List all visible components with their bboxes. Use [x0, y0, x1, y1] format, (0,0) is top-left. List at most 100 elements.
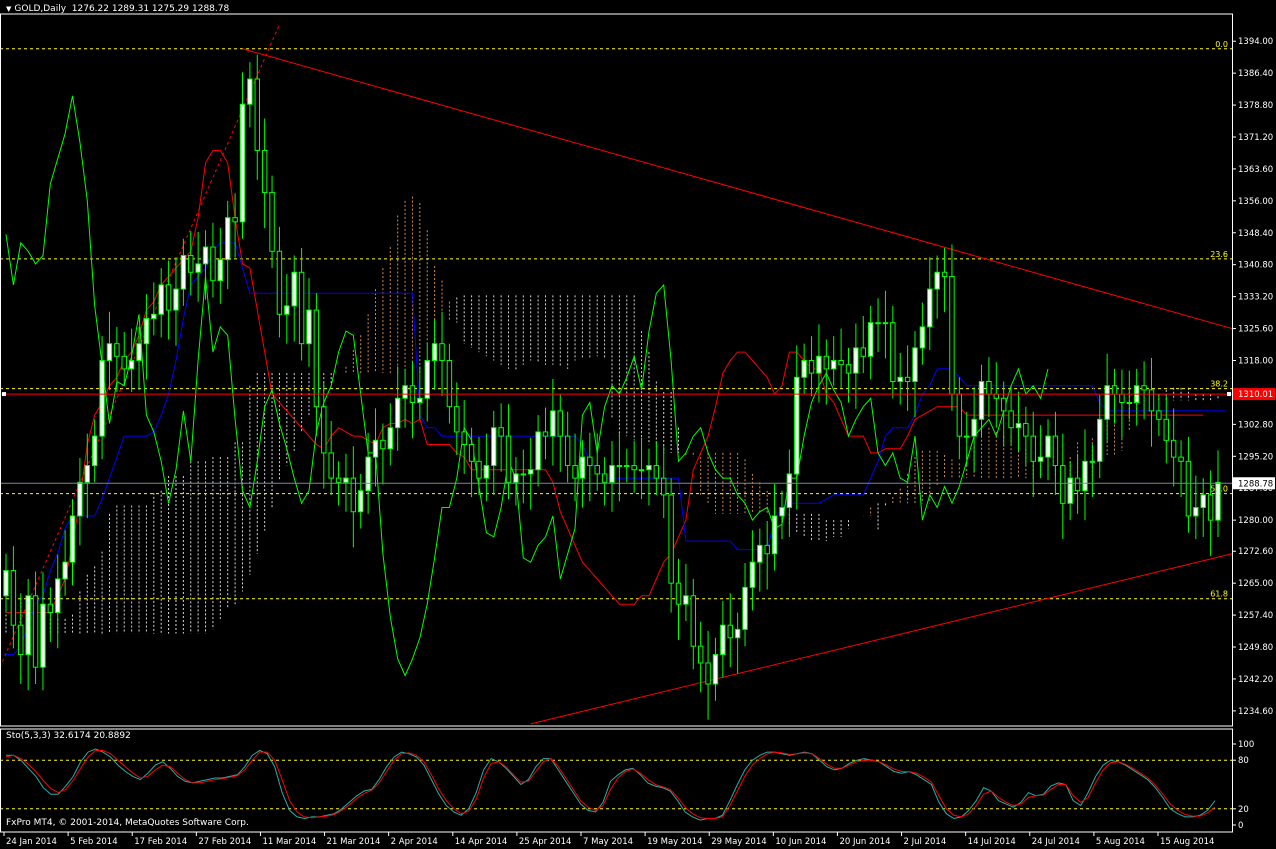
price-tick-label: 1242.20 — [1238, 675, 1273, 685]
candle-body — [572, 465, 578, 479]
price-tick-label: 1378.80 — [1238, 101, 1273, 111]
candle-body — [321, 406, 327, 454]
time-tick-label: 11 Mar 2014 — [262, 837, 316, 847]
candle-body — [535, 431, 541, 471]
stochastic-tick-label: 100 — [1238, 740, 1254, 750]
price-tick-label: 1234.60 — [1238, 707, 1273, 717]
time-tick-label: 21 Mar 2014 — [327, 837, 381, 847]
price-tick-label: 1318.00 — [1238, 356, 1273, 366]
time-tick-label: 19 May 2014 — [647, 837, 702, 847]
candle-body — [424, 359, 430, 399]
candle-body — [165, 284, 172, 311]
candle-body — [254, 78, 260, 151]
candle-body — [912, 347, 918, 383]
candle-body — [431, 343, 438, 361]
candle-body — [860, 347, 866, 357]
red-line-price-label: 1310.01 — [1238, 390, 1273, 400]
candle-body — [1111, 385, 1118, 395]
price-tick-label: 1325.60 — [1238, 325, 1273, 335]
candle-body — [890, 322, 896, 383]
line-handle-right[interactable] — [1227, 392, 1231, 397]
candle-body — [1089, 460, 1096, 463]
candle-body — [1156, 410, 1162, 420]
time-tick-label: 29 May 2014 — [711, 837, 766, 847]
candle-body — [1178, 456, 1184, 462]
candle-body — [151, 313, 157, 319]
time-tick-label: 14 Jul 2014 — [968, 837, 1016, 847]
candle-body — [505, 435, 512, 483]
candle-body — [513, 473, 519, 483]
candle-body — [372, 439, 379, 458]
candle-body — [683, 595, 689, 605]
time-tick-label: 20 Jun 2014 — [839, 837, 890, 847]
time-tick-label: 27 Feb 2014 — [198, 837, 251, 847]
candle-body — [727, 624, 733, 639]
price-tick-label: 1386.40 — [1238, 69, 1273, 79]
time-tick-label: 5 Feb 2014 — [70, 837, 118, 847]
price-tick-label: 1348.40 — [1238, 229, 1273, 239]
candle-body — [335, 477, 342, 483]
candle-body — [956, 393, 963, 437]
price-tick-label: 1265.00 — [1238, 579, 1273, 589]
candle-body — [601, 473, 608, 483]
candle-body — [705, 662, 711, 685]
candle-body — [1030, 435, 1036, 462]
bid-price-label: 1288.78 — [1238, 479, 1273, 489]
candle-body — [1126, 402, 1133, 405]
candle-body — [675, 582, 682, 605]
candle-body — [121, 355, 127, 370]
candle-body — [1185, 460, 1192, 517]
chart-header: ▼ GOLD,Daily 1276.22 1289.31 1275.29 1288… — [6, 4, 229, 14]
candle-body — [1023, 423, 1029, 437]
time-tick-label: 14 Apr 2014 — [455, 837, 508, 847]
candle-body — [491, 427, 497, 467]
candle-body — [1170, 439, 1177, 458]
candle-body — [224, 217, 231, 261]
candle-body — [1141, 385, 1147, 391]
candle-body — [764, 544, 770, 555]
candle-body — [483, 465, 490, 479]
candle-body — [143, 317, 150, 345]
candle-body — [941, 271, 948, 277]
candle-body — [1119, 393, 1125, 404]
candle-body — [720, 624, 726, 656]
symbol-label: GOLD,Daily — [14, 4, 67, 14]
candle-body — [712, 654, 719, 685]
fibo-level-label: 23.6 — [1210, 250, 1228, 259]
mt4-chart-window[interactable]: 0.023.638.250.061.8 1394.001386.401378.8… — [0, 0, 1276, 849]
candle-body — [439, 343, 445, 361]
candle-body — [261, 149, 268, 193]
price-tick-label: 1280.00 — [1238, 516, 1273, 526]
candle-body — [882, 322, 889, 325]
candle-body — [180, 254, 187, 290]
candle-body — [624, 465, 630, 468]
candle-body — [527, 469, 534, 475]
candle-body — [638, 469, 645, 472]
candle-body — [1193, 507, 1199, 517]
candle-body — [742, 586, 748, 630]
candle-body — [136, 343, 142, 361]
candle-body — [284, 305, 290, 315]
candle-body — [1104, 385, 1110, 420]
candle-body — [313, 309, 320, 408]
candle-body — [697, 645, 704, 664]
candle-body — [454, 406, 460, 433]
candle-body — [978, 381, 985, 420]
time-tick-label: 17 Feb 2014 — [134, 837, 187, 847]
candle-body — [801, 359, 807, 378]
price-tick-label: 1302.80 — [1238, 420, 1273, 430]
candle-body — [358, 490, 364, 513]
candle-body — [520, 473, 527, 476]
candle-body — [1008, 410, 1014, 429]
stochastic-label: Sto(5,3,3) 32.6174 20.8892 — [6, 731, 131, 741]
candle-body — [1097, 418, 1103, 462]
candle-body — [616, 465, 623, 468]
candle-body — [919, 326, 926, 349]
candle-body — [587, 456, 593, 467]
candle-body — [247, 78, 253, 105]
copyright-text: FxPro MT4, © 2001-2014, MetaQuotes Softw… — [6, 818, 249, 828]
dropdown-triangle-icon[interactable]: ▼ — [6, 5, 11, 13]
line-handle-left[interactable] — [2, 392, 6, 397]
candle-body — [1207, 494, 1214, 521]
candle-body — [867, 322, 874, 357]
